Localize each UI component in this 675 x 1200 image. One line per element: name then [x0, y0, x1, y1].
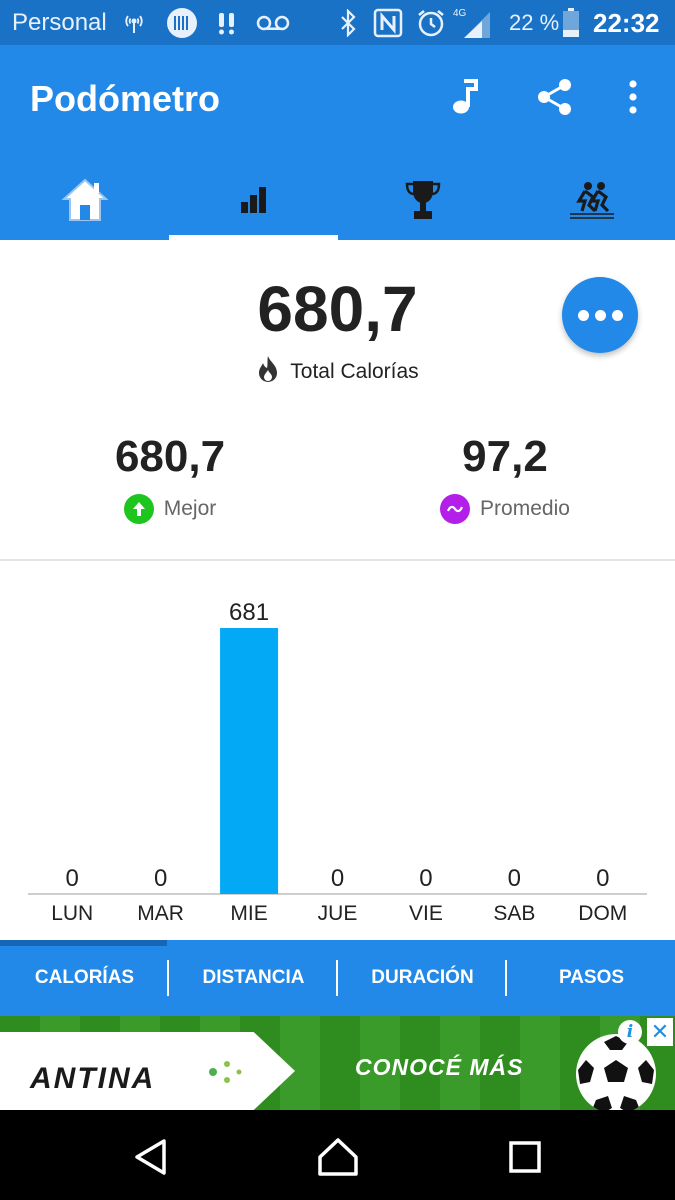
wifi-hotspot-icon [120, 6, 148, 40]
app-bar: Podómetro [0, 45, 675, 240]
average-label: Promedio [480, 497, 570, 520]
nfc-icon [372, 6, 404, 40]
tilde-icon [440, 494, 471, 524]
battery-percent: 22 % [509, 10, 560, 35]
overflow-menu-icon[interactable] [611, 75, 655, 119]
fab-dot [611, 309, 623, 321]
tab-distance[interactable]: DISTANCIA [169, 940, 338, 1016]
chart-category-label-dom: DOM [578, 902, 627, 925]
chart-category-label-jue: JUE [318, 902, 358, 925]
svg-text:4G: 4G [453, 8, 467, 19]
fab-dot [577, 309, 589, 321]
ad-cta[interactable]: CONOCÉ MÁS [355, 1054, 523, 1081]
alarm-icon [415, 6, 447, 40]
bluetooth-icon [336, 6, 360, 40]
app-title: Podómetro [30, 78, 221, 119]
ad-banner[interactable]: ANTINA CONOCÉ MÁS i ✕ [0, 1016, 675, 1110]
total-calories-label-row: Total Calorías [0, 355, 675, 388]
chart-value-label-mie: 681 [229, 599, 269, 626]
runners-icon [568, 181, 616, 224]
chart-bar-mie [220, 628, 279, 894]
chart-category-label-lun: LUN [51, 902, 93, 925]
ad-info-icon[interactable]: i [618, 1020, 642, 1044]
tab-steps[interactable]: PASOS [507, 940, 675, 1016]
ad-brand-logo: ANTINA [30, 1062, 156, 1095]
chart-value-label-vie: 0 [419, 865, 432, 892]
best-label-row: Mejor [20, 494, 320, 524]
best-label: Mejor [163, 497, 217, 520]
arrow-up-icon [123, 494, 154, 524]
divider [0, 559, 675, 561]
home-icon [60, 177, 109, 228]
voicemail-icon [255, 6, 291, 40]
carrier-name: Personal [12, 9, 107, 36]
navigation-bar [0, 1110, 675, 1200]
music-icon[interactable] [443, 75, 487, 119]
chart-category-label-vie: VIE [409, 902, 443, 925]
average-value: 97,2 [462, 432, 548, 481]
chart-value-label-jue: 0 [331, 865, 344, 892]
average-label-row: Promedio [355, 494, 655, 524]
tab-achievements[interactable] [338, 165, 507, 240]
home-icon[interactable] [308, 1132, 368, 1182]
chart-value-label-mar: 0 [154, 865, 167, 892]
status-bar: Personal 4G 22 % 22:32 [0, 0, 675, 45]
chart-value-label-lun: 0 [66, 865, 79, 892]
ad-dots-icon [209, 1061, 242, 1083]
barcode-icon [165, 6, 199, 40]
tab-activities[interactable] [507, 165, 675, 240]
chart-category-label-sab: SAB [493, 902, 535, 925]
chart-svg: 0 LUN 0 MAR 681 MIE 0 JUE 0 VIE 0 SAB 0 DOM [28, 599, 647, 925]
ad-close-icon[interactable]: ✕ [647, 1018, 673, 1046]
clock: 22:32 [593, 8, 660, 38]
tab-duration[interactable]: DURACIÓN [338, 940, 507, 1016]
notification-icon [214, 6, 240, 40]
tab-indicator [169, 235, 338, 240]
back-icon[interactable] [120, 1132, 180, 1182]
trophy-icon [405, 179, 441, 226]
chart-category-label-mie: MIE [230, 902, 267, 925]
tab-home[interactable] [0, 165, 169, 240]
metric-tabs: CALORÍAS DISTANCIA DURACIÓN PASOS [0, 940, 675, 1016]
flame-icon [256, 355, 280, 388]
signal-icon: 4G [452, 6, 492, 40]
chart-category-label-mar: MAR [137, 902, 184, 925]
tab-statistics[interactable] [169, 165, 338, 240]
fab-dot [594, 309, 606, 321]
chart-value-label-dom: 0 [596, 865, 609, 892]
battery-icon [560, 6, 582, 40]
tab-calories[interactable]: CALORÍAS [0, 940, 169, 1016]
recents-icon[interactable] [495, 1132, 555, 1182]
calories-bar-chart: 0 LUN 0 MAR 681 MIE 0 JUE 0 VIE 0 SAB 0 DOM [0, 562, 675, 940]
best-stat: 680,7 Mejor [20, 432, 320, 524]
average-stat: 97,2 Promedio [355, 432, 655, 524]
best-value: 680,7 [114, 432, 226, 481]
ad-logo-box: ANTINA [0, 1032, 295, 1110]
more-options-button[interactable] [562, 277, 638, 353]
share-icon[interactable] [533, 75, 577, 119]
soccer-ball-icon [576, 1034, 656, 1110]
total-calories-label: Total Calorías [290, 359, 419, 383]
chart-value-label-sab: 0 [508, 865, 521, 892]
bar-chart-icon [239, 186, 269, 219]
